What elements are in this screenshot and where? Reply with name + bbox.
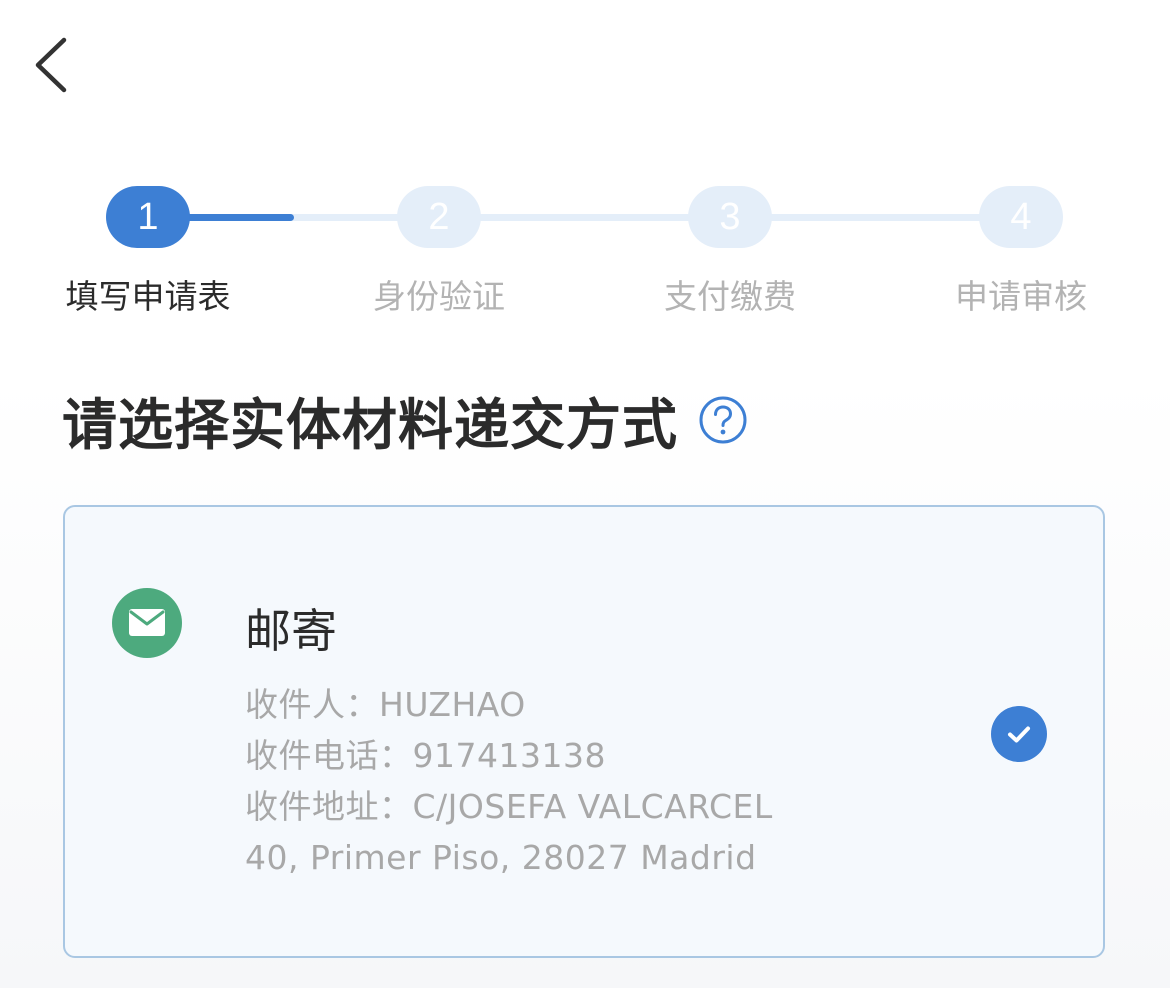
step-number: 2 xyxy=(397,186,481,248)
recipient-name: 收件人：HUZHAO xyxy=(245,685,526,724)
back-button[interactable] xyxy=(22,30,82,100)
step-label: 支付缴费 xyxy=(664,277,796,316)
step-label: 身份验证 xyxy=(373,277,505,316)
step-4: 4 申请审核 xyxy=(921,186,1121,318)
step-label: 申请审核 xyxy=(955,277,1087,316)
step-2: 2 身份验证 xyxy=(339,186,539,318)
recipient-address-line2: 40, Primer Piso, 28027 Madrid xyxy=(245,838,757,877)
chevron-left-icon xyxy=(35,37,67,93)
mail-icon xyxy=(112,588,182,658)
step-label: 填写申请表 xyxy=(65,277,231,316)
step-number: 3 xyxy=(688,186,772,248)
option-details: 收件人：HUZHAO 收件电话：917413138 收件地址：C/JOSEFA … xyxy=(245,679,773,883)
question-circle-icon[interactable] xyxy=(698,395,748,445)
delivery-option-mail[interactable]: 邮寄 收件人：HUZHAO 收件电话：917413138 收件地址：C/JOSE… xyxy=(63,505,1105,958)
recipient-address-line1: 收件地址：C/JOSEFA VALCARCEL xyxy=(245,787,773,826)
recipient-phone: 收件电话：917413138 xyxy=(245,736,606,775)
step-3: 3 支付缴费 xyxy=(630,186,830,318)
step-number: 1 xyxy=(106,186,190,248)
option-title: 邮寄 xyxy=(245,604,337,658)
check-circle-icon[interactable] xyxy=(991,706,1047,762)
step-1: 1 填写申请表 xyxy=(48,186,248,318)
section-heading: 请选择实体材料递交方式 xyxy=(62,380,748,460)
page-title: 请选择实体材料递交方式 xyxy=(62,393,679,457)
progress-stepper: 1 填写申请表 2 身份验证 3 支付缴费 4 申请审核 xyxy=(0,186,1170,316)
step-number: 4 xyxy=(979,186,1063,248)
